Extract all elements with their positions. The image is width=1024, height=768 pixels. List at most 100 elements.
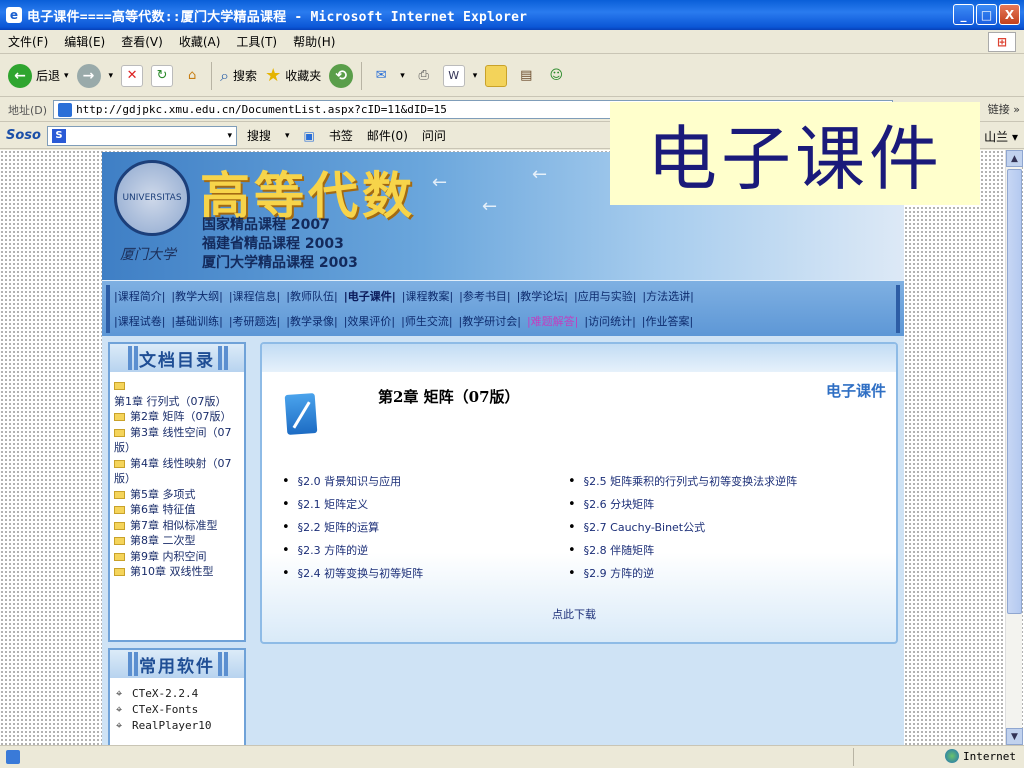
search-icon: ⌕ xyxy=(220,65,230,85)
nav-item[interactable]: |课程信息| xyxy=(229,288,280,304)
menu-edit[interactable]: 编辑(E) xyxy=(64,33,105,50)
bookmark-icon[interactable]: ▣ xyxy=(304,129,315,143)
discuss-icon[interactable] xyxy=(485,64,508,87)
section-link[interactable]: §2.7 Cauchy-Binet公式 xyxy=(568,516,797,539)
section-link[interactable]: §2.0 背景知识与应用 xyxy=(282,470,423,493)
nav-item[interactable]: |教师队伍| xyxy=(286,288,337,304)
scroll-down-icon[interactable]: ▼ xyxy=(1006,728,1023,745)
favorites-label: 收藏夹 xyxy=(285,69,322,83)
bookmarks-button[interactable]: 书签 xyxy=(329,127,353,144)
forward-dropdown-icon[interactable]: ▾ xyxy=(109,71,114,81)
page-status-icon xyxy=(6,750,20,764)
toc-item[interactable]: 第7章 相似标准型 xyxy=(114,518,240,534)
menu-file[interactable]: 文件(F) xyxy=(8,33,48,50)
home-icon[interactable]: ⌂ xyxy=(181,65,203,87)
section-link[interactable]: §2.6 分块矩阵 xyxy=(568,493,797,516)
nav-item[interactable]: |应用与实验| xyxy=(574,288,636,304)
honor-provincial: 福建省精品课程 2003 xyxy=(202,236,344,252)
folder-icon xyxy=(114,490,125,499)
nav-item[interactable]: |效果评价| xyxy=(344,313,395,329)
scroll-up-icon[interactable]: ▲ xyxy=(1006,150,1023,167)
nav-item[interactable]: |课程简介| xyxy=(114,288,165,304)
toc-item[interactable]: 第6章 特征值 xyxy=(114,502,240,518)
ask-button[interactable]: 问问 xyxy=(422,127,446,144)
search-button[interactable]: ⌕ 搜索 xyxy=(220,66,257,86)
section-link[interactable]: §2.3 方阵的逆 xyxy=(282,539,423,562)
nav-item[interactable]: |考研题选| xyxy=(229,313,280,329)
soso-logo[interactable]: Soso xyxy=(6,128,41,143)
software-item[interactable]: ⌖ CTeX-Fonts xyxy=(116,702,238,718)
links-button[interactable]: 链接 » xyxy=(988,101,1020,117)
nav-item[interactable]: |教学论坛| xyxy=(517,288,568,304)
scroll-thumb[interactable] xyxy=(1007,169,1022,614)
favorites-button[interactable]: ★ 收藏夹 xyxy=(265,65,321,86)
word-edit-icon[interactable]: W xyxy=(442,64,465,87)
nav-item-active[interactable]: |电子课件| xyxy=(344,288,396,304)
stop-icon[interactable]: ✕ xyxy=(121,64,144,87)
vertical-scrollbar[interactable]: ▲ ▼ xyxy=(1005,150,1023,745)
toc-item[interactable]: 第1章 行列式（07版） xyxy=(114,378,240,409)
address-url: http://gdjpkc.xmu.edu.cn/DocumentList.as… xyxy=(76,103,447,116)
nav-item[interactable]: |参考书目| xyxy=(459,288,510,304)
section-link[interactable]: §2.2 矩阵的运算 xyxy=(282,516,423,539)
forward-button[interactable]: → xyxy=(76,63,101,88)
back-button[interactable]: ← 后退 ▾ xyxy=(8,63,69,88)
soso-dropdown-icon[interactable]: ▾ xyxy=(227,131,232,141)
back-dropdown-icon[interactable]: ▾ xyxy=(64,71,69,81)
toc-title: 文档目录 xyxy=(110,344,244,372)
nav-item[interactable]: |访问统计| xyxy=(584,313,635,329)
folder-icon xyxy=(114,568,125,576)
soso-user-menu[interactable]: 山兰 ▾ xyxy=(984,128,1018,145)
menu-view[interactable]: 查看(V) xyxy=(121,33,163,50)
history-icon[interactable]: ⟲ xyxy=(329,63,354,88)
section-link[interactable]: §2.4 初等变换与初等矩阵 xyxy=(282,562,424,585)
toc-item[interactable]: 第4章 线性映射（07版） xyxy=(114,456,240,487)
mail-icon[interactable]: ✉ xyxy=(370,65,392,87)
folder-icon xyxy=(114,459,125,468)
soso-search-input[interactable]: S ▾ xyxy=(46,125,237,146)
mail-button[interactable]: 邮件(0) xyxy=(367,127,408,144)
download-link[interactable]: 点此下载 xyxy=(552,606,596,622)
toc-item[interactable]: 第10章 双线性型 xyxy=(114,564,240,580)
software-item[interactable]: ⌖ RealPlayer10 xyxy=(116,718,238,734)
toc-item[interactable]: 第2章 矩阵（07版） xyxy=(114,409,240,425)
soso-search-dropdown-icon[interactable]: ▾ xyxy=(285,131,290,141)
menu-tools[interactable]: 工具(T) xyxy=(236,33,277,50)
minimize-button[interactable]: _ xyxy=(953,4,974,25)
research-icon[interactable]: ▤ xyxy=(515,65,537,87)
nav-item[interactable]: |课程教案| xyxy=(402,288,453,304)
status-separator xyxy=(853,748,854,766)
section-link[interactable]: §2.9 方阵的逆 xyxy=(568,562,797,585)
nav-item[interactable]: |教学大纲| xyxy=(171,288,222,304)
toc-item[interactable]: 第9章 内积空间 xyxy=(114,549,240,565)
section-link[interactable]: §2.5 矩阵乘积的行列式与初等变换法求逆阵 xyxy=(568,470,798,493)
maximize-button[interactable]: □ xyxy=(976,4,997,25)
status-bar xyxy=(0,745,1024,768)
nav-item[interactable]: |难题解答| xyxy=(527,313,578,329)
nav-item[interactable]: |师生交流| xyxy=(401,313,452,329)
messenger-icon[interactable]: ☺ xyxy=(545,65,567,87)
toc-item[interactable]: 第3章 线性空间（07版） xyxy=(114,425,240,456)
edit-dropdown-icon[interactable]: ▾ xyxy=(473,71,478,81)
close-button[interactable]: X xyxy=(999,4,1020,25)
toc-item[interactable]: 第8章 二次型 xyxy=(114,533,240,549)
nav-item[interactable]: |课程试卷| xyxy=(114,313,165,329)
toc-item[interactable]: 第5章 多项式 xyxy=(114,487,240,503)
refresh-icon[interactable]: ↻ xyxy=(151,64,174,87)
course-honors: 国家精品课程 2007 福建省精品课程 2003 厦门大学精品课程 2003 xyxy=(202,216,358,273)
nav-item[interactable]: |教学研讨会| xyxy=(459,313,521,329)
software-item[interactable]: ⌖ CTeX-2.2.4 xyxy=(116,686,238,702)
mail-dropdown-icon[interactable]: ▾ xyxy=(400,71,405,81)
nav-item[interactable]: |作业答案| xyxy=(642,313,693,329)
nav-item[interactable]: |基础训练| xyxy=(171,313,222,329)
arrow-decoration-icon: ← xyxy=(482,196,498,217)
section-link[interactable]: §2.1 矩阵定义 xyxy=(282,493,423,516)
section-link[interactable]: §2.8 伴随矩阵 xyxy=(568,539,797,562)
signature-logo: 厦门大学 xyxy=(120,247,176,263)
menu-favorites[interactable]: 收藏(A) xyxy=(179,33,221,50)
menu-help[interactable]: 帮助(H) xyxy=(293,33,335,50)
print-icon[interactable]: ⎙ xyxy=(413,65,435,87)
soso-search-button[interactable]: 搜搜 xyxy=(247,127,271,144)
nav-item[interactable]: |教学录像| xyxy=(286,313,337,329)
nav-item[interactable]: |方法选讲| xyxy=(642,288,693,304)
